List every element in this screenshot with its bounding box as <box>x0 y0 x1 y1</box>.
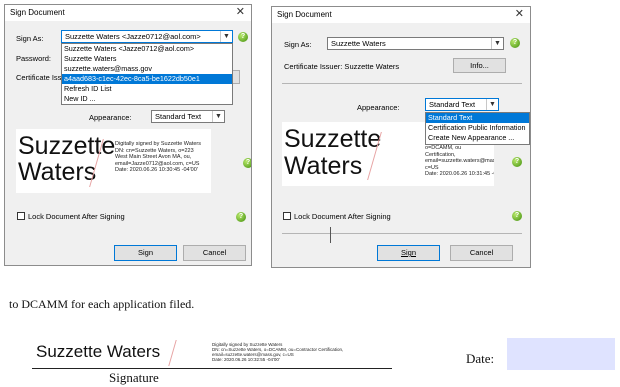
separator <box>282 233 522 234</box>
appearance-value: Standard Text <box>155 112 202 121</box>
sign-document-dialog-1: Sign Document ✕ Sign As: Suzzette Waters… <box>4 4 252 266</box>
cancel-button[interactable]: Cancel <box>183 245 246 261</box>
title-bar: Sign Document ✕ <box>5 5 251 21</box>
sign-as-label: Sign As: <box>284 40 312 49</box>
sign-as-combobox[interactable]: Suzzette Waters <Jazze0712@aol.com> ▼ <box>61 30 233 43</box>
signature-name-line-1: Suzzette <box>284 125 382 153</box>
date-field[interactable] <box>507 338 615 370</box>
certificate-issuer-label: Certificate Issuer: Suzzette Waters <box>284 62 400 71</box>
signature-caption: Signature <box>109 370 159 385</box>
chevron-down-icon[interactable]: ▼ <box>212 111 224 122</box>
lock-document-checkbox[interactable] <box>17 212 25 220</box>
dropdown-item[interactable]: Certification Public Information <box>426 123 529 133</box>
date-label: Date: <box>466 351 495 366</box>
help-icon[interactable]: ? <box>512 211 522 221</box>
appearance-combobox[interactable]: Standard Text ▼ <box>151 110 225 123</box>
sign-as-value: Suzzette Waters <box>331 39 386 48</box>
sign-button-label: Sign <box>400 248 416 257</box>
appearance-value: Standard Text <box>429 100 476 109</box>
dropdown-item-selected[interactable]: Standard Text <box>426 113 529 123</box>
dropdown-item[interactable]: Refresh ID List <box>62 84 232 94</box>
close-icon[interactable]: ✕ <box>236 5 245 18</box>
appearance-dropdown-list[interactable]: Standard Text Certification Public Infor… <box>425 112 530 145</box>
info-button[interactable]: Info... <box>453 58 506 73</box>
lock-document-label: Lock Document After Signing <box>294 212 391 221</box>
dropdown-item[interactable]: suzzette.waters@mass.gov <box>62 64 232 74</box>
separator <box>282 83 522 84</box>
title-bar: Sign Document ✕ <box>272 7 530 23</box>
chevron-down-icon[interactable]: ▼ <box>220 31 232 42</box>
document-signature-details: Digitally signed by Suzzette Waters DN: … <box>212 342 344 362</box>
sign-as-dropdown-list[interactable]: Suzzette Waters <Jazze0712@aol.com> Suzz… <box>61 43 233 105</box>
sign-as-label: Sign As: <box>16 34 44 43</box>
signature-name-line-2: Waters <box>284 152 363 180</box>
cancel-button[interactable]: Cancel <box>450 245 513 261</box>
signature-preview: Suzzette Waters Digitally signed by Suzz… <box>16 129 211 193</box>
dialog-title: Sign Document <box>277 10 332 19</box>
lock-document-label: Lock Document After Signing <box>28 212 125 221</box>
sign-as-combobox[interactable]: Suzzette Waters ▼ <box>327 37 504 50</box>
document-signature-mark <box>168 340 187 366</box>
sign-document-dialog-2: Sign Document ✕ Sign As: Suzzette Waters… <box>271 6 531 268</box>
certificate-issuer-label: Certificate Issu <box>16 73 66 82</box>
sign-as-value: Suzzette Waters <Jazze0712@aol.com> <box>65 32 201 41</box>
text-cursor <box>330 227 331 243</box>
dropdown-item[interactable]: New ID ... <box>62 94 232 104</box>
chevron-down-icon[interactable]: ▼ <box>486 99 498 110</box>
appearance-label: Appearance: <box>89 113 132 122</box>
dropdown-item[interactable]: Suzzette Waters <box>62 54 232 64</box>
password-label: Password: <box>16 54 52 63</box>
appearance-label: Appearance: <box>357 103 400 112</box>
help-icon[interactable]: ? <box>510 38 520 48</box>
signature-line <box>32 368 392 369</box>
signature-name-line-2: Waters <box>18 158 97 186</box>
body-paragraph: to DCAMM for each application filed. <box>9 297 195 311</box>
help-icon[interactable]: ? <box>243 158 251 168</box>
signature-details: Digitally signed by Suzzette Waters DN: … <box>115 141 201 173</box>
lock-document-checkbox[interactable] <box>283 212 291 220</box>
dropdown-item[interactable]: Create New Appearance ... <box>426 133 529 143</box>
dropdown-item[interactable]: Suzzette Waters <Jazze0712@aol.com> <box>62 44 232 54</box>
sign-button[interactable]: Sign <box>114 245 177 261</box>
close-icon[interactable]: ✕ <box>515 7 524 20</box>
help-icon[interactable]: ? <box>236 212 246 222</box>
sign-button[interactable]: Sign <box>377 245 440 261</box>
document-signature-name: Suzzette Waters <box>36 342 161 361</box>
document-signature-block: Suzzette Waters Digitally signed by Suzz… <box>32 338 392 368</box>
help-icon[interactable]: ? <box>512 157 522 167</box>
help-icon[interactable]: ? <box>238 32 248 42</box>
dropdown-item-selected[interactable]: a4aad683-c1ec-42ec-8ca5-be1622db50e1 <box>62 74 232 84</box>
appearance-combobox[interactable]: Standard Text ▼ <box>425 98 499 111</box>
chevron-down-icon[interactable]: ▼ <box>491 38 503 49</box>
dialog-title: Sign Document <box>10 8 65 17</box>
